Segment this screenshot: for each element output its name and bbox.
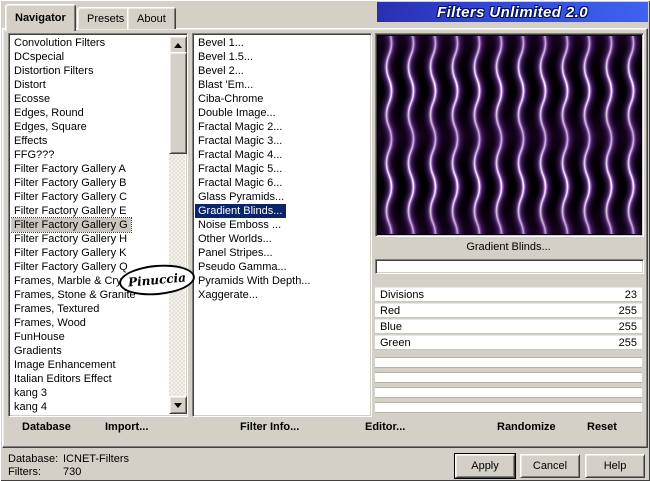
parameter-name: Blue: [380, 320, 403, 333]
preview-pane: [375, 33, 644, 237]
filter-item[interactable]: Fractal Magic 3...: [195, 134, 369, 148]
tab-presets[interactable]: Presets: [77, 7, 135, 29]
parameter-name: Red: [380, 304, 401, 317]
randomize-button[interactable]: Randomize: [497, 421, 556, 433]
category-item[interactable]: FFG???: [11, 148, 169, 162]
filter-item[interactable]: Bevel 1.5...: [195, 50, 369, 64]
filter-item[interactable]: Other Worlds...: [195, 232, 369, 246]
filter-item[interactable]: Noise Emboss ...: [195, 218, 369, 232]
filter-item[interactable]: Double Image...: [195, 106, 369, 120]
category-item[interactable]: Edges, Round: [11, 106, 169, 120]
category-item[interactable]: Ecosse: [11, 92, 169, 106]
category-item[interactable]: FunHouse: [11, 330, 169, 344]
window-title-banner: Filters Unlimited 2.0: [377, 2, 648, 22]
filter-item[interactable]: Bevel 1...: [195, 36, 369, 50]
category-item[interactable]: Edges, Square: [11, 120, 169, 134]
status-filters-label: Filters:: [8, 466, 41, 478]
scroll-down-button[interactable]: [169, 396, 187, 414]
category-item[interactable]: Filter Factory Gallery G: [11, 217, 132, 233]
selected-filter-caption: Gradient Blinds...: [466, 241, 551, 253]
cancel-button[interactable]: Cancel: [520, 454, 580, 478]
filter-item[interactable]: Fractal Magic 2...: [195, 120, 369, 134]
filter-item[interactable]: Pseudo Gamma...: [195, 260, 369, 274]
category-item[interactable]: Filter Factory Gallery H: [11, 232, 169, 246]
filter-item[interactable]: Blast 'Em...: [195, 78, 369, 92]
category-listbox: Convolution Filters DCspecial Distortion F…: [8, 33, 188, 417]
parameter-table: Divisions 23 Red 255 Blue 255 Green 255: [375, 287, 642, 351]
category-item[interactable]: Italian Editors Effect: [11, 372, 169, 386]
parameter-value: 23: [624, 288, 637, 301]
parameter-value: 255: [618, 336, 637, 349]
status-database-value: ICNET-Filters: [63, 453, 129, 465]
parameter-name: Divisions: [380, 288, 425, 301]
tab-navigator[interactable]: Navigator: [5, 4, 76, 31]
gradient-blinds-preview-image: [378, 36, 641, 234]
category-item[interactable]: Gradients: [11, 344, 169, 358]
database-button[interactable]: Database: [22, 421, 71, 433]
category-item[interactable]: Filter Factory Gallery B: [11, 176, 169, 190]
category-item[interactable]: kang 3: [11, 386, 169, 400]
filter-info-button[interactable]: Filter Info...: [240, 421, 299, 433]
filter-item[interactable]: Ciba-Chrome: [195, 92, 369, 106]
filter-list: Bevel 1... Bevel 1.5... Bevel 2... Blast 'E…: [195, 36, 369, 414]
parameter-value: 255: [618, 320, 637, 333]
help-button[interactable]: Help: [585, 454, 645, 478]
parameter-empty-row: [375, 402, 642, 413]
scrollbar-thumb[interactable]: [169, 52, 187, 154]
parameter-value: 255: [618, 304, 637, 317]
filter-listbox: Bevel 1... Bevel 1.5... Bevel 2... Blast 'E…: [192, 33, 372, 417]
parameter-empty-rows: [375, 353, 642, 413]
parameter-row[interactable]: Divisions 23: [375, 287, 642, 302]
category-item[interactable]: Filter Factory Gallery E: [11, 204, 169, 218]
category-item[interactable]: Image Enhancement: [11, 358, 169, 372]
category-item[interactable]: Filter Factory Gallery K: [11, 246, 169, 260]
filter-item[interactable]: Gradient Blinds...: [195, 204, 287, 218]
filters-unlimited-window: Filters Unlimited 2.0 Navigator Presets …: [0, 0, 650, 481]
filter-item[interactable]: Panel Stripes...: [195, 246, 369, 260]
filter-item[interactable]: Glass Pyramids...: [195, 190, 369, 204]
parameter-name: Green: [380, 336, 411, 349]
status-database-label: Database:: [8, 453, 59, 465]
import-button[interactable]: Import...: [105, 421, 148, 433]
category-item[interactable]: Convolution Filters: [11, 36, 169, 50]
apply-button[interactable]: Apply: [454, 453, 516, 479]
parameter-row[interactable]: Blue 255: [375, 319, 642, 334]
status-filters-value: 730: [63, 466, 82, 478]
progress-bar: [375, 259, 644, 274]
parameter-empty-row: [375, 387, 642, 398]
filter-item[interactable]: Pyramids With Depth...: [195, 274, 369, 288]
tab-about[interactable]: About: [127, 7, 176, 29]
category-item[interactable]: Filter Factory Gallery A: [11, 162, 169, 176]
triangle-down-icon: [174, 402, 182, 408]
filter-item[interactable]: Fractal Magic 4...: [195, 148, 369, 162]
filter-item[interactable]: Bevel 2...: [195, 64, 369, 78]
editor-button[interactable]: Editor...: [365, 421, 405, 433]
parameter-empty-row: [375, 372, 642, 383]
reset-button[interactable]: Reset: [587, 421, 617, 433]
parameter-empty-row: [375, 357, 642, 368]
category-item[interactable]: Filter Factory Gallery C: [11, 190, 169, 204]
category-item[interactable]: Effects: [11, 134, 169, 148]
category-item[interactable]: kang 4: [11, 400, 169, 414]
category-item[interactable]: DCspecial: [11, 50, 169, 64]
triangle-up-icon: [174, 42, 182, 48]
parameter-row[interactable]: Red 255: [375, 303, 642, 318]
category-item[interactable]: Distortion Filters: [11, 64, 169, 78]
category-list: Convolution Filters DCspecial Distortion F…: [11, 36, 169, 414]
filter-item[interactable]: Xaggerate...: [195, 288, 369, 302]
window-title: Filters Unlimited 2.0: [437, 3, 588, 21]
filter-item[interactable]: Fractal Magic 6...: [195, 176, 369, 190]
parameter-row[interactable]: Green 255: [375, 335, 642, 350]
category-scrollbar[interactable]: [169, 36, 187, 414]
filter-item[interactable]: Fractal Magic 5...: [195, 162, 369, 176]
category-item[interactable]: Frames, Wood: [11, 316, 169, 330]
category-item[interactable]: Distort: [11, 78, 169, 92]
category-item[interactable]: Frames, Textured: [11, 302, 169, 316]
